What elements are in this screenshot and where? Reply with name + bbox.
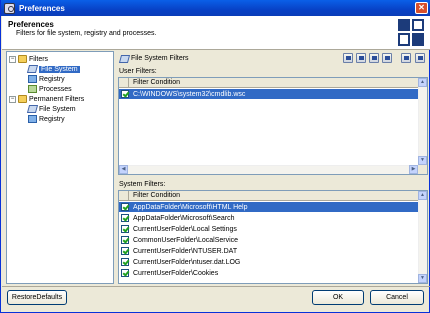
filter-tree[interactable]: − Filters File System Registry Processes… [6, 51, 114, 284]
filter-condition-cell: CurrentUserFolder\Local Settings [133, 225, 237, 233]
scroll-left-icon[interactable]: ◀ [119, 165, 128, 174]
grid-header: Filter Condition [119, 191, 418, 201]
add-filter-button[interactable] [343, 53, 353, 63]
vertical-scrollbar[interactable]: ▲ ▼ [418, 191, 427, 283]
scroll-right-icon[interactable]: ▶ [409, 165, 418, 174]
scroll-up-icon[interactable]: ▲ [418, 191, 427, 200]
tree-item-registry[interactable]: Registry [28, 74, 65, 84]
enable-checkbox[interactable] [121, 225, 129, 233]
enable-checkbox[interactable] [121, 203, 129, 211]
tree-item-label: Filters [29, 55, 49, 63]
page-subtitle: Filters for file system, registry and pr… [16, 30, 157, 37]
tree-item-filters[interactable]: − Filters [9, 54, 48, 64]
horizontal-scrollbar[interactable]: ◀ ▶ [119, 165, 418, 174]
footer-divider [2, 286, 430, 287]
table-row[interactable]: AppDataFolder\Microsoft\Search [119, 213, 418, 223]
tree-item-processes[interactable]: Processes [28, 84, 72, 94]
tree-item-permanent-file-system[interactable]: File System [26, 104, 76, 114]
filter-condition-cell: CurrentUserFolder\NTUSER.DAT [133, 247, 238, 255]
user-filters-label: User Filters: [119, 68, 157, 75]
filter-condition-cell: CommonUserFolder\LocalService [133, 236, 239, 244]
tree-item-label: File System [39, 105, 76, 113]
table-row[interactable]: CurrentUserFolder\ntuser.dat.LOG [119, 257, 418, 267]
enable-checkbox[interactable] [121, 247, 129, 255]
file-system-icon [118, 54, 131, 63]
copy-filter-button[interactable] [369, 53, 379, 63]
delete-filter-button[interactable] [382, 53, 392, 63]
process-icon [28, 85, 37, 93]
filter-condition-cell: CurrentUserFolder\ntuser.dat.LOG [133, 258, 241, 266]
tree-item-label: Processes [39, 85, 72, 93]
filter-condition-cell: AppDataFolder\Microsoft\Search [133, 214, 235, 222]
filter-condition-cell: AppDataFolder\Microsoft\HTML Help [133, 203, 248, 211]
folder-icon [18, 95, 27, 103]
collapse-icon[interactable]: − [9, 55, 16, 63]
tree-item-permanent-registry[interactable]: Registry [28, 114, 65, 124]
user-filters-grid[interactable]: Filter Condition C:\WINDOWS\system32\cmd… [118, 77, 428, 175]
table-row[interactable]: CurrentUserFolder\Cookies [119, 268, 418, 278]
enable-checkbox[interactable] [121, 90, 129, 98]
filter-panel: File System Filters User Filters: Filter… [117, 51, 428, 284]
ok-button[interactable]: OK [312, 290, 364, 305]
registry-icon [28, 75, 37, 83]
title-bar[interactable]: Preferences ✕ [1, 0, 430, 16]
tree-item-label: Permanent Filters [29, 95, 85, 103]
page-title: Preferences [8, 20, 54, 29]
vertical-scrollbar[interactable]: ▲ ▼ [418, 78, 427, 174]
scroll-up-icon[interactable]: ▲ [418, 78, 427, 87]
filter-condition-cell: CurrentUserFolder\Cookies [133, 269, 219, 277]
filter-condition-cell: C:\WINDOWS\system32\cmdlib.wsc [133, 90, 246, 98]
folder-icon [18, 55, 27, 63]
tree-item-label: File System [39, 65, 80, 73]
close-button[interactable]: ✕ [415, 2, 428, 14]
grid-header: Filter Condition [119, 78, 418, 88]
tree-item-file-system[interactable]: File System [26, 64, 80, 74]
enable-checkbox[interactable] [121, 214, 129, 222]
enable-checkbox[interactable] [121, 269, 129, 277]
tree-item-permanent-filters[interactable]: − Permanent Filters [9, 94, 84, 104]
column-filter-condition[interactable]: Filter Condition [129, 191, 180, 200]
system-filters-grid[interactable]: Filter Condition AppDataFolder\Microsoft… [118, 190, 428, 284]
edit-filter-button[interactable] [356, 53, 366, 63]
system-filters-label: System Filters: [119, 181, 166, 188]
export-filter-button[interactable] [415, 53, 425, 63]
table-row[interactable]: C:\WINDOWS\system32\cmdlib.wsc [119, 89, 418, 99]
window-title: Preferences [19, 3, 65, 13]
panel-toolbar: File System Filters [117, 51, 428, 66]
file-system-icon [26, 105, 39, 113]
scroll-down-icon[interactable]: ▼ [418, 156, 427, 165]
scroll-down-icon[interactable]: ▼ [418, 274, 427, 283]
registry-icon [28, 115, 37, 123]
preferences-window: Preferences ✕ Preferences Filters for fi… [0, 0, 430, 313]
collapse-icon[interactable]: − [9, 95, 16, 103]
header-panel: Preferences Filters for file system, reg… [2, 16, 430, 50]
tree-item-label: Registry [39, 115, 65, 123]
import-filter-button[interactable] [401, 53, 411, 63]
table-row[interactable]: CurrentUserFolder\NTUSER.DAT [119, 246, 418, 256]
app-icon [4, 2, 15, 14]
tree-item-label: Registry [39, 75, 65, 83]
table-row[interactable]: CommonUserFolder\LocalService [119, 235, 418, 245]
column-filter-condition[interactable]: Filter Condition [129, 78, 180, 87]
table-row[interactable]: AppDataFolder\Microsoft\HTML Help [119, 202, 418, 212]
file-system-icon [26, 65, 39, 73]
restore-defaults-button[interactable]: RestoreDefaults [7, 290, 67, 305]
cancel-button[interactable]: Cancel [370, 290, 424, 305]
enable-checkbox[interactable] [121, 258, 129, 266]
close-icon: ✕ [418, 3, 425, 12]
table-row[interactable]: CurrentUserFolder\Local Settings [119, 224, 418, 234]
enable-checkbox[interactable] [121, 236, 129, 244]
logo-icon [398, 19, 424, 46]
panel-title: File System Filters [131, 55, 189, 62]
